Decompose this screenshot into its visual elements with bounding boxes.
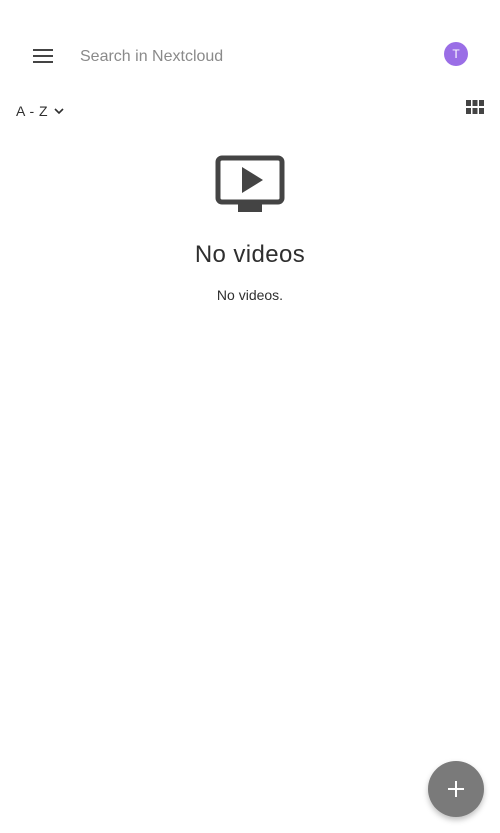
menu-button[interactable] [19, 32, 67, 80]
add-button[interactable] [428, 761, 484, 817]
sort-button[interactable]: A - Z [16, 100, 64, 122]
grid-view-icon [466, 100, 484, 114]
video-icon [215, 155, 285, 217]
avatar[interactable]: T [444, 42, 468, 66]
sort-toolbar: A - Z [0, 96, 500, 124]
search-input[interactable]: Search in Nextcloud [80, 44, 420, 70]
empty-state-title: No videos [194, 241, 306, 268]
files-videos-screen: Search in Nextcloud T A - Z No videos No… [0, 0, 500, 833]
avatar-initial: T [452, 47, 460, 61]
empty-state: No videos No videos. [0, 155, 500, 303]
empty-state-message: No videos. [216, 287, 284, 303]
top-bar: Search in Nextcloud T [0, 24, 500, 88]
chevron-down-icon [54, 107, 64, 115]
menu-icon [33, 49, 53, 63]
plus-icon [448, 781, 464, 797]
sort-label: A - Z [16, 103, 49, 119]
grid-view-button[interactable] [466, 100, 486, 120]
